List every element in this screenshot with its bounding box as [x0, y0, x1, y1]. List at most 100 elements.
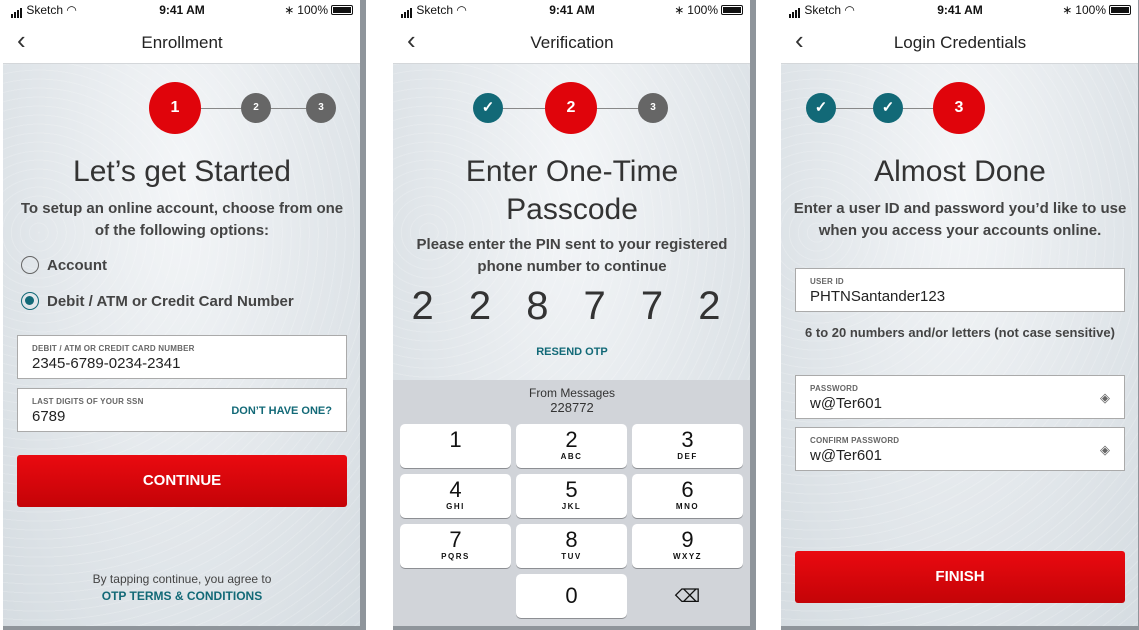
- frame-shadow: [750, 0, 756, 630]
- key-digit: 4: [449, 477, 462, 502]
- key-letters: WXYZ: [672, 552, 703, 561]
- step-1-active: 1: [149, 82, 201, 134]
- key-letters: JKL: [561, 502, 582, 511]
- battery-icon: [331, 5, 353, 15]
- credentials-content: ✓ ✓ 3 Almost Done Enter a user ID and pa…: [781, 64, 1139, 626]
- key-digit: 9: [681, 527, 694, 552]
- radio-checked[interactable]: [21, 292, 39, 310]
- nav-bar: ‹ Login Credentials: [781, 20, 1139, 64]
- battery-icon: [1109, 5, 1131, 15]
- radio-unchecked[interactable]: [21, 256, 39, 274]
- resend-otp-link[interactable]: RESEND OTP: [393, 346, 751, 358]
- step-indicator: 1 2 3: [3, 82, 361, 136]
- battery-percent: 100%: [1075, 3, 1106, 17]
- field-value[interactable]: PHTNSantander123: [810, 288, 945, 305]
- suggestion-code: 228772: [550, 400, 594, 415]
- field-label: PASSWORD: [810, 384, 859, 393]
- key-3[interactable]: 3 DEF: [632, 424, 743, 468]
- heading-line-1: Enter One-Time: [465, 155, 679, 188]
- key-2[interactable]: 2 ABC: [516, 424, 627, 468]
- eye-slash-icon[interactable]: ◈: [1100, 390, 1110, 406]
- option-card-number[interactable]: Debit / ATM or Credit Card Number: [21, 292, 294, 310]
- key-digit: 2: [565, 427, 578, 452]
- user-id-field[interactable]: USER ID PHTNSantander123: [795, 268, 1125, 312]
- key-digit: 6: [681, 477, 694, 502]
- field-label: LAST DIGITS OF YOUR SSN: [32, 397, 144, 406]
- step-3: 3: [638, 93, 668, 123]
- status-bar: Sketch ◠ 9:41 AM ∗ 100%: [3, 0, 361, 20]
- key-9[interactable]: 9 WXYZ: [632, 524, 743, 568]
- subtext: To setup an online account, choose from …: [20, 200, 344, 239]
- step-indicator: ✓ ✓ 3: [781, 82, 1139, 136]
- numeric-keyboard: From Messages 228772 1 2 ABC 3 DEF 4 GHI 5J…: [393, 380, 751, 626]
- verification-screen: Sketch ◠ 9:41 AM ∗ 100% ‹ Verification ✓ …: [393, 0, 756, 630]
- suggestion-source: From Messages: [528, 386, 616, 400]
- key-digit: 8: [565, 527, 578, 552]
- key-letters: TUV: [561, 552, 582, 561]
- dont-have-one-link[interactable]: DON’T HAVE ONE?: [231, 405, 332, 417]
- key-letters: MNO: [675, 502, 700, 511]
- subtext: Please enter the PIN sent to your regist…: [416, 236, 728, 275]
- subtext: Enter a user ID and password you’d like …: [793, 200, 1127, 239]
- option-label: Account: [47, 256, 107, 274]
- eye-slash-icon[interactable]: ◈: [1100, 442, 1110, 458]
- autofill-suggestion[interactable]: From Messages 228772: [393, 380, 751, 420]
- nav-bar: ‹ Verification: [393, 20, 751, 64]
- key-letters: GHI: [446, 502, 465, 511]
- key-4[interactable]: 4 GHI: [400, 474, 511, 518]
- field-label: USER ID: [810, 277, 844, 286]
- page-title: Enrollment: [141, 33, 223, 52]
- battery-percent: 100%: [297, 3, 328, 17]
- enrollment-content: 1 2 3 Let’s get Started To setup an onli…: [3, 64, 361, 626]
- frame-shadow: [360, 0, 366, 630]
- key-1[interactable]: 1: [400, 424, 511, 468]
- step-2: 2: [241, 93, 271, 123]
- step-3: 3: [306, 93, 336, 123]
- step-2-done: ✓: [873, 93, 903, 123]
- enrollment-screen: Sketch ◠ 9:41 AM ∗ 100% ‹ Enrollment 1 2 …: [3, 0, 366, 630]
- heading: Almost Done: [874, 155, 1046, 188]
- heading-line-2: Passcode: [506, 193, 638, 226]
- option-label: Debit / ATM or Credit Card Number: [47, 292, 294, 310]
- heading: Let’s get Started: [73, 155, 291, 188]
- battery-percent: 100%: [687, 3, 718, 17]
- field-value[interactable]: w@Ter601: [810, 447, 882, 464]
- key-digit: 0: [565, 583, 578, 608]
- key-0[interactable]: 0: [516, 574, 627, 618]
- nav-bar: ‹ Enrollment: [3, 20, 361, 64]
- key-letters: DEF: [677, 452, 698, 461]
- key-8[interactable]: 8 TUV: [516, 524, 627, 568]
- bluetooth-icon: ∗: [1062, 3, 1073, 17]
- password-field[interactable]: PASSWORD w@Ter601 ◈: [795, 375, 1125, 419]
- key-digit: 7: [449, 527, 462, 552]
- finish-button[interactable]: FINISH: [795, 551, 1125, 603]
- field-value[interactable]: 6789: [32, 408, 65, 425]
- field-value[interactable]: w@Ter601: [810, 395, 882, 412]
- key-letters: PQRS: [441, 552, 470, 561]
- key-6[interactable]: 6 MNO: [632, 474, 743, 518]
- key-7[interactable]: 7 PQRS: [400, 524, 511, 568]
- continue-button[interactable]: CONTINUE: [17, 455, 347, 507]
- key-5[interactable]: 5 JKL: [516, 474, 627, 518]
- field-value[interactable]: 2345-6789-0234-2341: [32, 355, 180, 372]
- status-bar: Sketch ◠ 9:41 AM ∗ 100%: [393, 0, 751, 20]
- confirm-password-field[interactable]: CONFIRM PASSWORD w@Ter601 ◈: [795, 427, 1125, 471]
- frame-shadow: [781, 626, 1139, 630]
- option-account[interactable]: Account: [21, 256, 107, 274]
- step-2-active: 2: [545, 82, 597, 134]
- key-letters: ABC: [560, 452, 583, 461]
- bluetooth-icon: ∗: [674, 3, 685, 17]
- key-digit: 1: [449, 427, 462, 452]
- card-number-field[interactable]: DEBIT / ATM OR CREDIT CARD NUMBER 2345-6…: [17, 335, 347, 379]
- terms-link[interactable]: OTP TERMS & CONDITIONS: [3, 589, 361, 603]
- step-1-done: ✓: [806, 93, 836, 123]
- step-1-done: ✓: [473, 93, 503, 123]
- ssn-field[interactable]: LAST DIGITS OF YOUR SSN 6789 DON’T HAVE …: [17, 388, 347, 432]
- bluetooth-icon: ∗: [284, 3, 295, 17]
- page-title: Verification: [530, 33, 614, 52]
- otp-code[interactable]: 2 2 8 7 7 2: [393, 284, 751, 329]
- page-title: Login Credentials: [893, 33, 1027, 52]
- step-indicator: ✓ 2 3: [393, 82, 751, 136]
- backspace-icon[interactable]: ⌫: [632, 574, 743, 618]
- battery-icon: [721, 5, 743, 15]
